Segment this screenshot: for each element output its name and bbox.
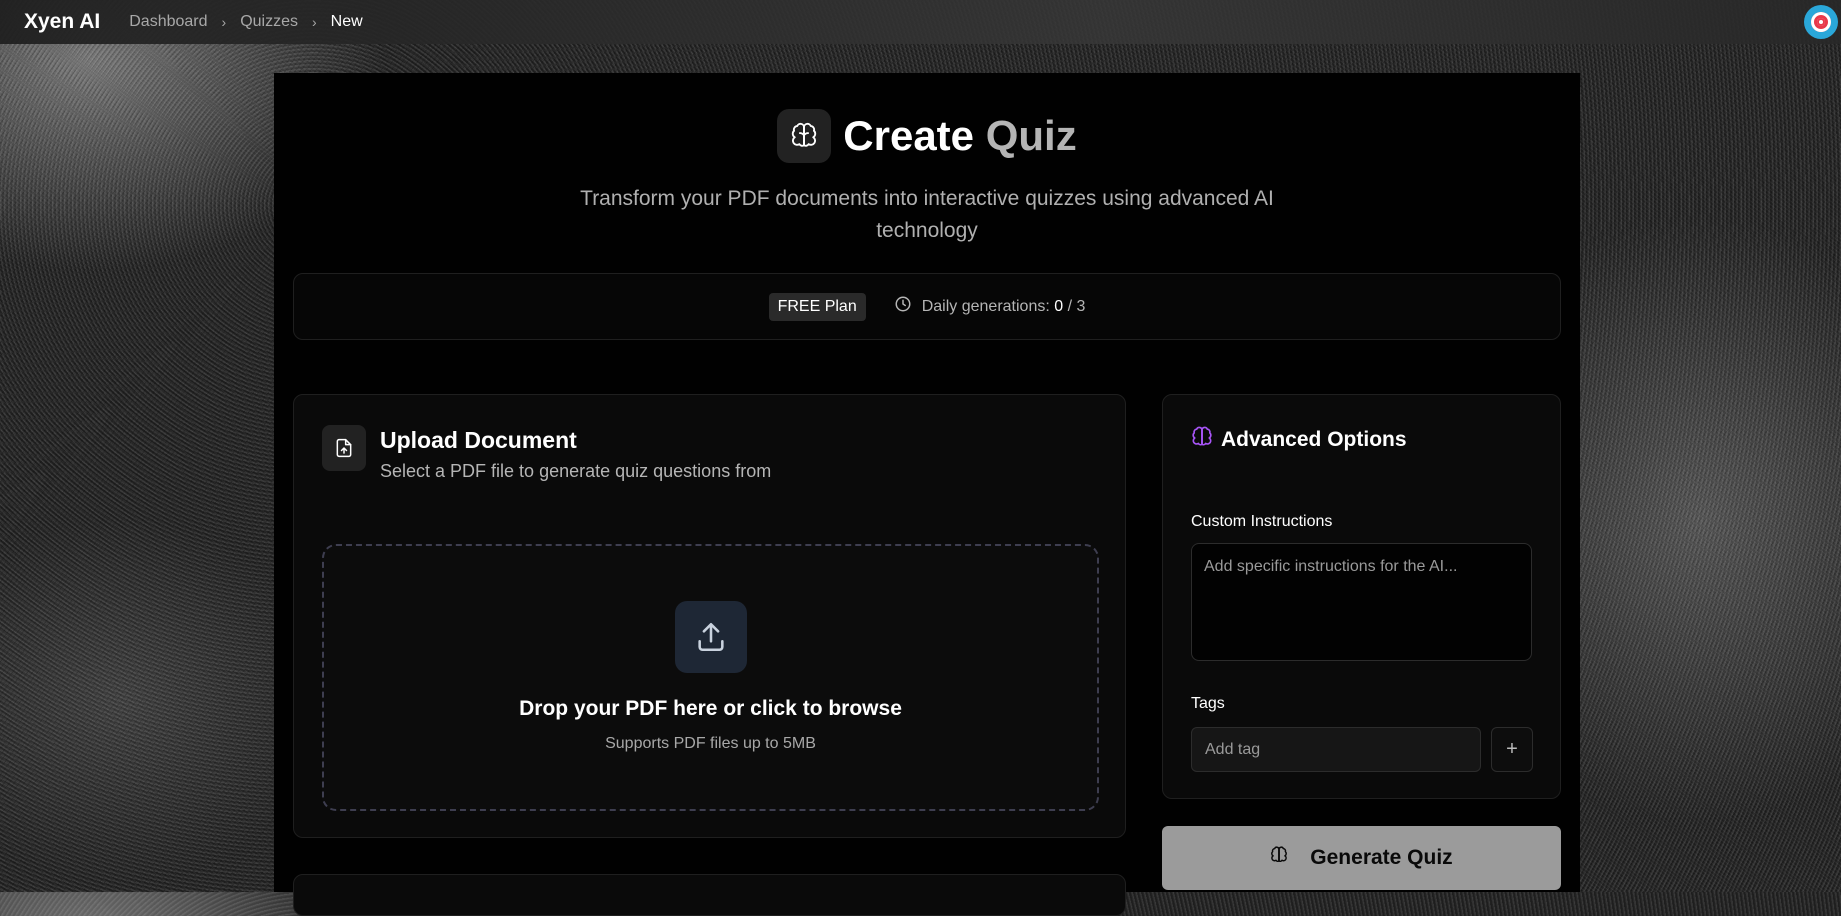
generate-quiz-label: Generate Quiz xyxy=(1310,846,1453,869)
upload-card: Upload Document Select a PDF file to gen… xyxy=(293,394,1126,838)
page-subtitle: Transform your PDF documents into intera… xyxy=(580,187,1274,242)
clock-icon xyxy=(894,295,912,318)
user-avatar[interactable] xyxy=(1804,5,1838,39)
daily-used: 0 xyxy=(1054,297,1064,315)
breadcrumb-quizzes[interactable]: Quizzes xyxy=(240,13,298,31)
daily-label: Daily generations: xyxy=(921,297,1050,315)
breadcrumb-current: New xyxy=(330,13,363,30)
page-header: Create Quiz Transform your PDF documents… xyxy=(274,109,1580,247)
top-navigation-bar: Xyen AI Dashboard › Quizzes › New xyxy=(0,0,1841,44)
upload-icon xyxy=(674,601,747,673)
target-avatar-icon xyxy=(1811,12,1831,32)
breadcrumb-dashboard[interactable]: Dashboard xyxy=(129,13,207,31)
dropzone-title: Drop your PDF here or click to browse xyxy=(519,697,902,720)
dropzone-hint: Supports PDF files up to 5MB xyxy=(605,735,816,752)
plan-badge: FREE Plan xyxy=(768,292,866,321)
custom-instructions-input[interactable]: Add specific instructions for the AI... xyxy=(1191,543,1532,661)
chevron-right-icon: › xyxy=(221,14,227,30)
upload-header: Upload Document Select a PDF file to gen… xyxy=(322,425,771,482)
generate-quiz-button[interactable]: Generate Quiz xyxy=(1162,826,1561,890)
page-title: Create Quiz xyxy=(843,112,1077,159)
brand-logo[interactable]: Xyen AI xyxy=(24,10,100,34)
upload-title: Upload Document xyxy=(380,427,577,453)
custom-instructions-label: Custom Instructions xyxy=(1191,513,1333,530)
breadcrumb: Dashboard › Quizzes › New xyxy=(129,13,362,31)
main-panel: Create Quiz Transform your PDF documents… xyxy=(274,73,1580,916)
add-tag-button[interactable]: + xyxy=(1491,727,1533,772)
secondary-card xyxy=(293,874,1126,916)
tag-input[interactable]: Add tag xyxy=(1191,727,1481,772)
chevron-right-icon: › xyxy=(312,14,317,30)
brain-icon xyxy=(1191,426,1213,453)
plus-icon: + xyxy=(1506,738,1518,760)
advanced-header: Advanced Options xyxy=(1191,426,1407,453)
file-upload-icon xyxy=(322,425,366,471)
title-row: Create Quiz xyxy=(274,109,1580,163)
advanced-title: Advanced Options xyxy=(1221,427,1407,451)
pdf-dropzone[interactable]: Drop your PDF here or click to browse Su… xyxy=(322,544,1099,811)
daily-limit: / 3 xyxy=(1067,297,1086,315)
plan-status-bar: FREE Plan Daily generations: 0 / 3 xyxy=(293,273,1561,340)
daily-generations: Daily generations: 0 / 3 xyxy=(894,295,1086,318)
brain-icon xyxy=(777,109,832,163)
upload-subtitle: Select a PDF file to generate quiz quest… xyxy=(380,461,772,481)
advanced-options-card: Advanced Options Custom Instructions Add… xyxy=(1162,394,1561,799)
tags-label: Tags xyxy=(1191,695,1225,712)
brain-icon xyxy=(1270,846,1288,870)
